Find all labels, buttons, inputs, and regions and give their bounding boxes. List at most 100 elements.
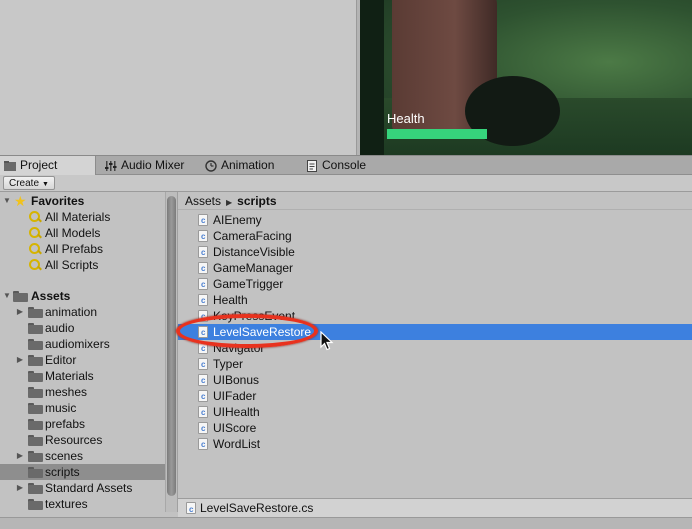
breadcrumb-separator-icon: ▶	[226, 198, 233, 207]
tree-scrollbar[interactable]	[165, 192, 178, 512]
tree-item-label: prefabs	[45, 417, 86, 431]
file-row[interactable]: KeyPressEvent	[178, 308, 692, 325]
csharp-script-icon	[186, 501, 196, 519]
csharp-script-icon	[198, 357, 208, 373]
tree-folder-scripts[interactable]: scripts	[0, 464, 165, 480]
file-name: UIHealth	[213, 405, 260, 419]
folder-icon	[28, 499, 43, 510]
csharp-script-icon	[198, 325, 208, 341]
file-row[interactable]: CameraFacing	[178, 228, 692, 245]
tree-item-label: All Scripts	[45, 258, 99, 272]
tree-favorite-item[interactable]: All Materials	[0, 209, 165, 225]
expand-triangle-icon[interactable]: ▼	[2, 288, 12, 304]
file-name: GameTrigger	[213, 277, 284, 291]
tree-folder-music[interactable]: music	[0, 400, 165, 416]
file-row[interactable]: WordList	[178, 436, 692, 453]
file-name: CameraFacing	[213, 229, 292, 243]
folder-icon	[28, 307, 43, 318]
tree-item-label: audiomixers	[45, 337, 110, 351]
window-bottom-edge	[0, 517, 692, 529]
create-dropdown-button[interactable]: Create ▼	[3, 176, 55, 190]
tree-favorites-label: Favorites	[31, 194, 85, 208]
breadcrumb-root[interactable]: Assets	[185, 194, 221, 208]
tree-folder-animation[interactable]: ▶ animation	[0, 304, 165, 320]
expand-triangle-icon[interactable]: ▼	[2, 193, 12, 209]
tree-folder-materials[interactable]: Materials	[0, 368, 165, 384]
file-name: KeyPressEvent	[213, 309, 296, 323]
folder-icon	[28, 419, 43, 430]
tree-favorite-item[interactable]: All Models	[0, 225, 165, 241]
tab-console[interactable]: Console	[302, 156, 392, 175]
file-row[interactable]: GameTrigger	[178, 276, 692, 293]
file-row[interactable]: Navigator	[178, 340, 692, 357]
collapse-triangle-icon[interactable]: ▶	[15, 352, 25, 368]
csharp-script-icon	[198, 421, 208, 437]
project-folder-tree[interactable]: ▼ ★ Favorites All Materials All Models A…	[0, 192, 165, 512]
selected-asset-path: LevelSaveRestore.cs	[200, 501, 314, 515]
tree-item-label: music	[45, 401, 77, 415]
file-row[interactable]: UIScore	[178, 420, 692, 437]
file-row[interactable]: UIHealth	[178, 404, 692, 421]
project-icon	[4, 160, 16, 172]
tab-console-label: Console	[322, 158, 367, 172]
folder-icon	[13, 291, 28, 302]
tree-item-label: Resources	[45, 433, 103, 447]
csharp-script-icon	[198, 437, 208, 453]
collapse-triangle-icon[interactable]: ▶	[15, 304, 25, 320]
search-icon	[29, 227, 41, 239]
file-row[interactable]: LevelSaveRestore	[178, 324, 692, 341]
game-view[interactable]: Health	[360, 0, 692, 155]
file-row[interactable]: UIBonus	[178, 372, 692, 389]
tree-folder-meshes[interactable]: meshes	[0, 384, 165, 400]
tree-folder-textures[interactable]: textures	[0, 496, 165, 512]
collapse-triangle-icon[interactable]: ▶	[15, 480, 25, 496]
tree-favorite-item[interactable]: All Scripts	[0, 257, 165, 273]
file-name: Health	[213, 293, 248, 307]
folder-icon	[28, 467, 43, 478]
folder-icon	[28, 435, 43, 446]
tab-project[interactable]: Project	[0, 156, 96, 175]
file-row[interactable]: Typer	[178, 356, 692, 373]
console-icon	[306, 159, 318, 172]
tree-folder-resources[interactable]: Resources	[0, 432, 165, 448]
tree-assets[interactable]: ▼ Assets	[0, 288, 165, 304]
tree-favorites[interactable]: ▼ ★ Favorites	[0, 193, 165, 209]
tree-folder-audio[interactable]: audio	[0, 320, 165, 336]
breadcrumb: Assets ▶ scripts	[178, 192, 692, 210]
csharp-script-icon	[198, 277, 208, 293]
tree-item-label: audio	[45, 321, 75, 335]
file-name: WordList	[213, 437, 261, 451]
tree-folder-standard-assets[interactable]: ▶ Standard Assets	[0, 480, 165, 496]
file-row[interactable]: UIFader	[178, 388, 692, 405]
file-name: GameManager	[213, 261, 294, 275]
collapse-triangle-icon[interactable]: ▶	[15, 448, 25, 464]
folder-icon	[28, 323, 43, 334]
csharp-script-icon	[198, 389, 208, 405]
tree-item-label: All Prefabs	[45, 242, 104, 256]
tab-audio-mixer[interactable]: Audio Mixer	[101, 156, 199, 175]
selected-asset-path-bar: LevelSaveRestore.cs	[178, 498, 692, 519]
tree-assets-label: Assets	[31, 289, 71, 303]
file-name: DistanceVisible	[213, 245, 295, 259]
file-row[interactable]: AIEnemy	[178, 212, 692, 229]
tab-animation[interactable]: Animation	[201, 156, 299, 175]
file-name: UIBonus	[213, 373, 260, 387]
panel-tab-bar: Project Audio Mixer Animation Console	[0, 155, 692, 175]
file-row[interactable]: DistanceVisible	[178, 244, 692, 261]
tree-favorite-item[interactable]: All Prefabs	[0, 241, 165, 257]
file-row[interactable]: GameManager	[178, 260, 692, 277]
tree-folder-audiomixers[interactable]: audiomixers	[0, 336, 165, 352]
health-label: Health	[387, 111, 425, 126]
tab-project-label: Project	[20, 158, 58, 172]
project-toolbar: Create ▼	[0, 175, 692, 192]
project-file-list[interactable]: Assets ▶ scripts AIEnemy CameraFacing Distan…	[178, 192, 692, 498]
breadcrumb-current[interactable]: scripts	[237, 194, 276, 208]
tree-scrollbar-thumb[interactable]	[167, 196, 176, 496]
file-row[interactable]: Health	[178, 292, 692, 309]
tree-folder-prefabs[interactable]: prefabs	[0, 416, 165, 432]
file-name: UIFader	[213, 389, 257, 403]
tree-folder-scenes[interactable]: ▶ scenes	[0, 448, 165, 464]
tree-folder-editor[interactable]: ▶ Editor	[0, 352, 165, 368]
dropdown-arrow-icon: ▼	[42, 181, 49, 188]
csharp-script-icon	[198, 213, 208, 229]
